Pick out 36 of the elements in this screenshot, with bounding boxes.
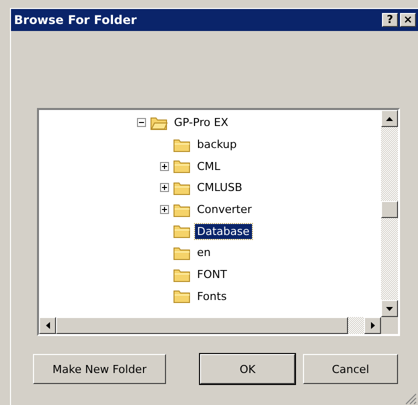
tree-item[interactable]: CML xyxy=(195,158,222,174)
tree-item[interactable]: CMLUSB xyxy=(195,180,244,196)
dialog-button[interactable]: Make New Folder xyxy=(33,354,166,384)
tree-item[interactable]: backup xyxy=(195,137,239,152)
scroll-down-button[interactable] xyxy=(381,300,398,317)
tree-item[interactable]: FONT xyxy=(195,267,229,282)
tree-item[interactable]: en xyxy=(195,245,213,260)
tree-item[interactable]: Database xyxy=(195,224,252,239)
scroll-right-button[interactable] xyxy=(364,317,381,334)
folder-icon xyxy=(173,158,191,174)
folder-icon xyxy=(150,114,168,131)
expand-icon[interactable] xyxy=(160,162,169,171)
scroll-thumb[interactable] xyxy=(381,201,398,218)
down-arrow-icon xyxy=(386,306,393,310)
folder-icon xyxy=(173,180,191,196)
collapse-icon[interactable] xyxy=(137,118,146,128)
scrollbar-corner xyxy=(381,317,398,334)
dialog-button[interactable]: OK xyxy=(200,354,295,384)
expand-icon[interactable] xyxy=(160,205,169,214)
close-button[interactable]: × xyxy=(400,13,416,27)
vertical-scrollbar[interactable] xyxy=(381,110,398,317)
left-arrow-icon xyxy=(46,322,50,329)
expand-icon[interactable] xyxy=(160,183,169,192)
window-title: Browse For Folder xyxy=(14,13,138,27)
tree-item[interactable]: Fonts xyxy=(195,288,229,304)
dialog-button[interactable]: Cancel xyxy=(303,354,398,384)
right-arrow-icon xyxy=(370,322,374,329)
up-arrow-icon xyxy=(386,116,393,120)
scroll-left-button[interactable] xyxy=(39,317,56,334)
resize-grip-icon[interactable] xyxy=(405,393,417,405)
folder-icon xyxy=(173,202,191,218)
tree-item[interactable]: GP-Pro EX xyxy=(172,115,230,130)
tree-item[interactable]: Converter xyxy=(195,202,254,218)
scrollbar-track[interactable] xyxy=(348,317,364,334)
help-button[interactable]: ? xyxy=(382,13,398,27)
scroll-up-button[interactable] xyxy=(381,110,398,127)
